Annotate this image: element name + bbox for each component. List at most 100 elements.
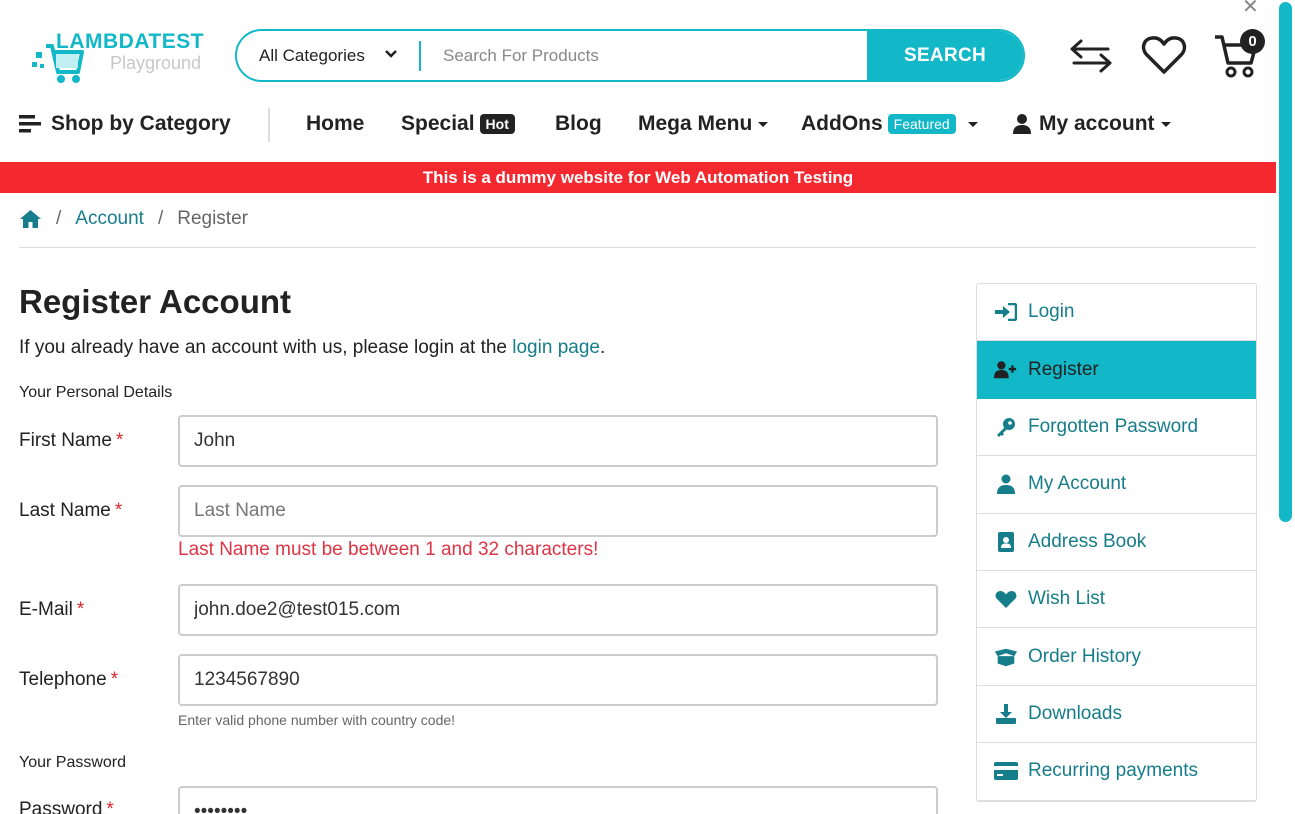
- telephone-help-text: Enter valid phone number with country co…: [178, 712, 456, 728]
- category-select-label: All Categories: [259, 45, 365, 65]
- breadcrumb-separator: /: [157, 208, 164, 229]
- credit-card-icon: [994, 762, 1018, 781]
- featured-badge: Featured: [887, 114, 956, 134]
- site-logo[interactable]: LAMBDATEST Playground: [30, 28, 210, 88]
- home-icon[interactable]: [19, 209, 42, 229]
- telephone-label-text: Telephone: [19, 669, 107, 690]
- nav-mega-menu[interactable]: Mega Menu: [638, 112, 769, 136]
- divider: [19, 247, 1256, 248]
- caret-down-icon: [1160, 121, 1171, 127]
- wishlist-heart-icon[interactable]: [1141, 34, 1187, 76]
- sidebar-item-login[interactable]: Login: [977, 284, 1256, 342]
- sidebar-item-recurring-payments[interactable]: Recurring payments: [977, 743, 1256, 801]
- last-name-label-text: Last Name: [19, 500, 111, 521]
- nav-special-label: Special: [401, 112, 475, 135]
- required-mark: *: [110, 669, 119, 690]
- email-label-text: E-Mail: [19, 599, 73, 620]
- shop-by-category-button[interactable]: Shop by Category: [19, 112, 231, 136]
- cart-count-badge: 0: [1240, 29, 1265, 54]
- address-book-icon: [994, 531, 1018, 552]
- sidebar-item-register[interactable]: Register: [977, 341, 1256, 399]
- caret-down-icon: [967, 121, 978, 127]
- required-mark: *: [115, 430, 124, 451]
- breadcrumb-current: Register: [177, 208, 248, 229]
- nav-mega-menu-label: Mega Menu: [638, 112, 753, 135]
- download-icon: [994, 703, 1018, 724]
- first-name-field[interactable]: [178, 415, 938, 467]
- first-name-label: First Name *: [19, 430, 123, 452]
- nav-blog[interactable]: Blog: [555, 112, 602, 136]
- intro-prefix: If you already have an account with us, …: [19, 337, 513, 358]
- telephone-label: Telephone *: [19, 669, 118, 691]
- site-header: LAMBDATEST Playground All Categories SEA…: [0, 0, 1276, 162]
- shop-by-category-label: Shop by Category: [51, 112, 231, 135]
- sidebar-item-label: Recurring payments: [1028, 760, 1199, 782]
- nav-my-account[interactable]: My account: [1013, 112, 1171, 136]
- logo-text: LAMBDATEST: [56, 30, 205, 53]
- dummy-site-banner: This is a dummy website for Web Automati…: [0, 162, 1276, 193]
- nav-addons[interactable]: AddOns Featured: [801, 112, 978, 136]
- sidebar-item-label: Forgotten Password: [1028, 415, 1199, 437]
- password-label: Password *: [19, 799, 114, 814]
- last-name-label: Last Name *: [19, 500, 122, 522]
- required-mark: *: [114, 500, 123, 521]
- first-name-label-text: First Name: [19, 430, 112, 451]
- sidebar-item-label: Register: [1028, 358, 1099, 380]
- box-open-icon: [994, 647, 1018, 667]
- close-icon[interactable]: ✕: [1242, 0, 1259, 19]
- login-page-link[interactable]: login page: [512, 337, 600, 358]
- sidebar-item-downloads[interactable]: Downloads: [977, 686, 1256, 744]
- main-nav: Shop by Category Home Special Hot Blog M…: [0, 104, 1276, 146]
- sidebar-item-label: My Account: [1028, 473, 1127, 495]
- sidebar-item-order-history[interactable]: Order History: [977, 628, 1256, 686]
- telephone-field[interactable]: [178, 654, 938, 706]
- breadcrumb-account-link[interactable]: Account: [75, 208, 144, 230]
- sidebar-item-label: Order History: [1028, 645, 1141, 667]
- account-sidebar: Login Register Forgotten Password My Acc…: [976, 283, 1257, 802]
- required-mark: *: [106, 799, 114, 814]
- nav-blog-label: Blog: [555, 112, 602, 135]
- sign-in-icon: [994, 303, 1018, 322]
- page-title: Register Account: [19, 283, 291, 320]
- intro-text: If you already have an account with us, …: [19, 337, 605, 359]
- nav-divider: [268, 108, 270, 142]
- nav-home-label: Home: [306, 112, 365, 135]
- sidebar-item-label: Address Book: [1028, 530, 1147, 552]
- heart-icon: [994, 590, 1018, 609]
- search-bar: All Categories SEARCH: [235, 29, 1025, 82]
- user-icon: [994, 474, 1018, 495]
- scrollbar-thumb[interactable]: [1279, 2, 1292, 522]
- search-input[interactable]: [421, 31, 867, 80]
- user-icon: [1013, 114, 1031, 134]
- nav-special[interactable]: Special Hot: [401, 112, 515, 136]
- email-label: E-Mail *: [19, 599, 84, 621]
- compare-icon[interactable]: [1068, 36, 1114, 76]
- intro-suffix: .: [599, 337, 606, 358]
- sidebar-item-label: Login: [1028, 301, 1075, 323]
- user-plus-icon: [994, 360, 1018, 380]
- hot-badge: Hot: [479, 114, 515, 134]
- sidebar-item-my-account[interactable]: My Account: [977, 456, 1256, 514]
- caret-down-icon: [758, 121, 769, 127]
- sidebar-item-forgotten-password[interactable]: Forgotten Password: [977, 399, 1256, 457]
- sidebar-item-wish-list[interactable]: Wish List: [977, 571, 1256, 629]
- last-name-error: Last Name must be between 1 and 32 chara…: [178, 539, 599, 560]
- breadcrumb-separator: /: [56, 208, 62, 229]
- required-mark: *: [76, 599, 85, 620]
- password-field[interactable]: [178, 786, 938, 814]
- search-button[interactable]: SEARCH: [867, 31, 1023, 80]
- logo-subtext: Playground: [110, 53, 202, 73]
- personal-details-heading: Your Personal Details: [19, 384, 173, 401]
- sidebar-item-address-book[interactable]: Address Book: [977, 514, 1256, 571]
- nav-home[interactable]: Home: [306, 112, 364, 136]
- password-label-text: Password: [19, 799, 103, 814]
- email-field[interactable]: [178, 584, 938, 636]
- sidebar-item-label: Wish List: [1028, 588, 1106, 610]
- password-section-heading: Your Password: [19, 754, 127, 771]
- last-name-field[interactable]: [178, 485, 938, 537]
- nav-my-account-label: My account: [1039, 112, 1155, 135]
- nav-addons-label: AddOns: [801, 112, 883, 135]
- menu-icon: [19, 115, 41, 133]
- category-select[interactable]: All Categories: [237, 31, 419, 80]
- chevron-down-icon: [385, 50, 397, 58]
